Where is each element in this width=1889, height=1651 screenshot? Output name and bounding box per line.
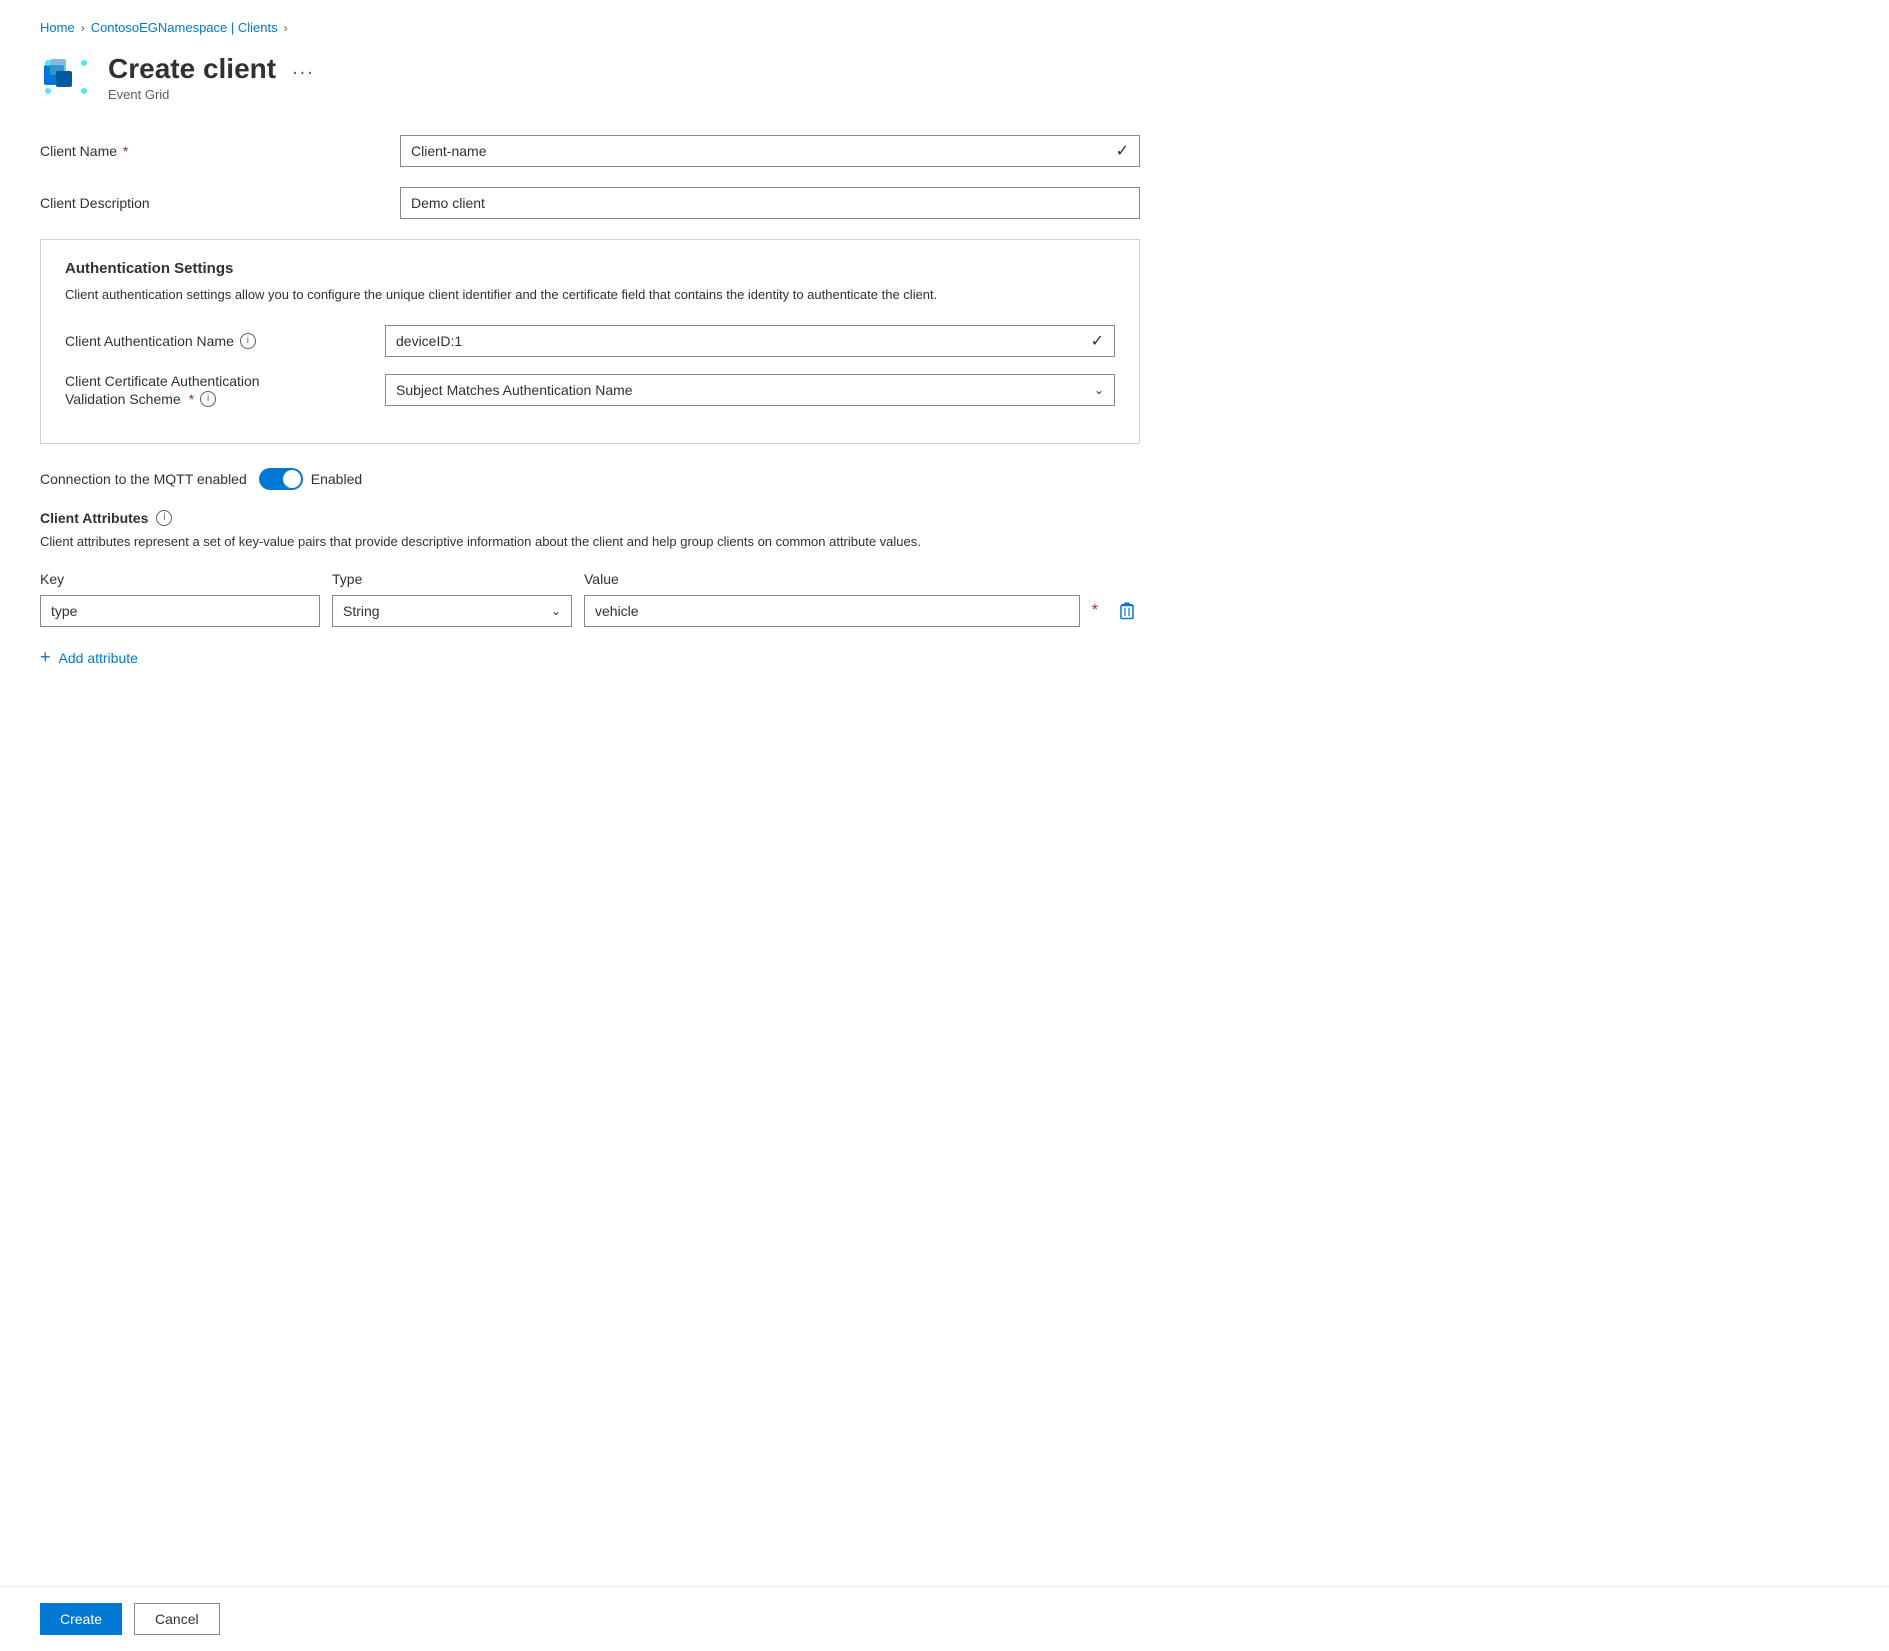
attr-col-value-header: Value xyxy=(584,571,1140,587)
cert-scheme-label: Client Certificate Authentication Valida… xyxy=(65,373,385,407)
mqtt-status: Enabled xyxy=(311,471,362,487)
client-name-value: Client-name xyxy=(411,143,486,159)
client-desc-label: Client Description xyxy=(40,195,400,211)
cert-scheme-row: Client Certificate Authentication Valida… xyxy=(65,373,1115,407)
client-name-row: Client Name * Client-name ✓ xyxy=(40,135,1140,167)
client-attributes-desc: Client attributes represent a set of key… xyxy=(40,532,1140,552)
client-name-label: Client Name * xyxy=(40,143,400,159)
required-star-cert: * xyxy=(189,391,194,407)
client-attributes-info-icon[interactable]: i xyxy=(156,510,172,526)
cert-scheme-dropdown[interactable]: Subject Matches Authentication Name ⌄ xyxy=(385,374,1115,406)
client-desc-row: Client Description xyxy=(40,187,1140,219)
attr-row-0: String ⌄ * xyxy=(40,595,1140,627)
attr-key-input-0[interactable] xyxy=(40,595,320,627)
mqtt-toggle-wrapper: Enabled xyxy=(259,468,362,490)
attr-type-value-0: String xyxy=(343,603,380,619)
auth-name-row: Client Authentication Name i deviceID:1 … xyxy=(65,325,1115,357)
page-title: Create client ... xyxy=(108,53,319,85)
bottom-bar: Create Cancel xyxy=(0,1586,1889,1651)
attributes-table: Key Type Value String ⌄ * xyxy=(40,571,1140,627)
auth-name-label: Client Authentication Name i xyxy=(65,333,385,349)
required-star-name: * xyxy=(119,143,128,159)
cancel-button[interactable]: Cancel xyxy=(134,1603,220,1635)
toggle-knob xyxy=(283,470,301,488)
create-button[interactable]: Create xyxy=(40,1603,122,1635)
page-title-block: Create client ... Event Grid xyxy=(108,53,319,102)
cert-info-icon[interactable]: i xyxy=(200,391,216,407)
auth-name-value: deviceID:1 xyxy=(396,333,462,349)
attr-col-key-header: Key xyxy=(40,571,320,587)
auth-checkmark-icon: ✓ xyxy=(1091,331,1104,351)
add-attribute-label: Add attribute xyxy=(59,650,138,666)
attr-col-type-header: Type xyxy=(332,571,572,587)
breadcrumb-namespace[interactable]: ContosoEGNamespace | Clients xyxy=(91,20,278,35)
checkmark-icon: ✓ xyxy=(1116,141,1129,161)
page-subtitle: Event Grid xyxy=(108,87,319,102)
breadcrumb-sep2: › xyxy=(284,21,288,35)
plus-icon: + xyxy=(40,647,51,668)
page-header: Create client ... Event Grid xyxy=(40,51,1160,103)
mqtt-label: Connection to the MQTT enabled xyxy=(40,471,247,487)
auth-box-title: Authentication Settings xyxy=(65,260,1115,277)
attr-required-dot-0: * xyxy=(1092,602,1098,620)
client-desc-input[interactable] xyxy=(411,188,1129,218)
mqtt-row: Connection to the MQTT enabled Enabled xyxy=(40,468,1140,490)
breadcrumb-home[interactable]: Home xyxy=(40,20,75,35)
attr-type-select-0[interactable]: String ⌄ xyxy=(332,595,572,627)
ellipsis-button[interactable]: ... xyxy=(288,57,319,80)
breadcrumb-sep1: › xyxy=(81,21,85,35)
breadcrumb: Home › ContosoEGNamespace | Clients › xyxy=(40,20,1160,35)
auth-name-input-wrapper[interactable]: deviceID:1 ✓ xyxy=(385,325,1115,357)
attr-delete-btn-0[interactable] xyxy=(1114,598,1140,624)
attr-header-row: Key Type Value xyxy=(40,571,1140,587)
add-attribute-button[interactable]: + Add attribute xyxy=(40,639,138,676)
client-desc-input-wrapper[interactable] xyxy=(400,187,1140,219)
mqtt-toggle[interactable] xyxy=(259,468,303,490)
auth-settings-box: Authentication Settings Client authentic… xyxy=(40,239,1140,444)
client-attributes-title: Client Attributes xyxy=(40,510,148,526)
attr-type-arrow-0: ⌄ xyxy=(551,604,561,618)
event-grid-icon xyxy=(40,51,92,103)
form-section: Client Name * Client-name ✓ Client Descr… xyxy=(40,135,1140,676)
attr-value-input-0[interactable] xyxy=(584,595,1080,627)
cert-scheme-value: Subject Matches Authentication Name xyxy=(396,382,633,398)
auth-name-info-icon[interactable]: i xyxy=(240,333,256,349)
cert-dropdown-arrow: ⌄ xyxy=(1094,383,1104,397)
client-name-input-wrapper[interactable]: Client-name ✓ xyxy=(400,135,1140,167)
client-attributes-title-row: Client Attributes i xyxy=(40,510,1140,526)
auth-box-desc: Client authentication settings allow you… xyxy=(65,285,1115,305)
